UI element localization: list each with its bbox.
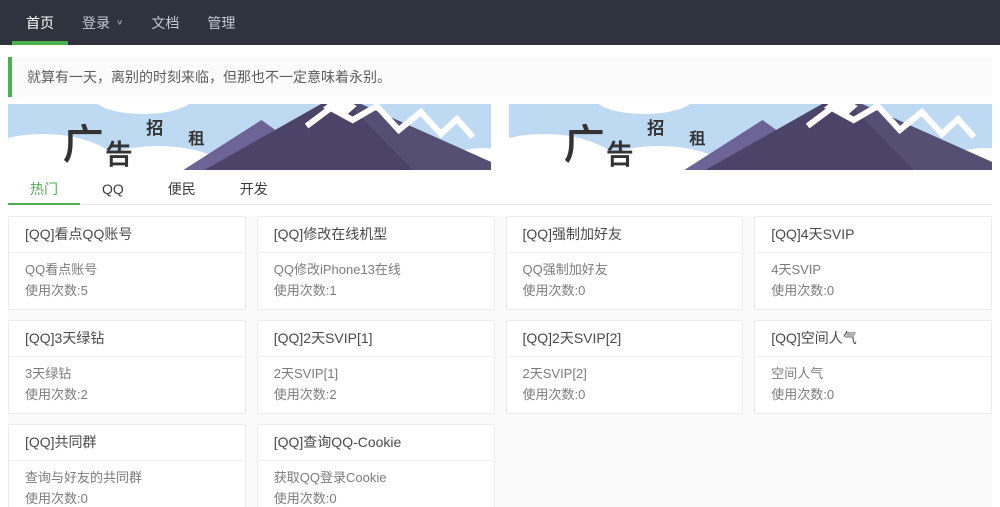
ad-banner-row: 广 告 招 租 广 告 招 租	[8, 104, 992, 170]
card-title: [QQ]4天SVIP	[755, 217, 991, 253]
card-usage-count: 使用次数:2	[25, 384, 229, 405]
card-usage-count: 使用次数:0	[523, 280, 727, 301]
card-usage-count: 使用次数:2	[274, 384, 478, 405]
category-tabs: 热门 QQ 便民 开发	[8, 174, 992, 205]
card-usage-count: 使用次数:0	[274, 488, 478, 507]
card-description: 2天SVIP[2]	[523, 363, 727, 384]
card-description: 2天SVIP[1]	[274, 363, 478, 384]
nav-item-docs[interactable]: 文档	[137, 0, 193, 45]
card-title: [QQ]共同群	[9, 425, 245, 461]
card-title: [QQ]2天SVIP[1]	[258, 321, 494, 357]
nav-item-admin[interactable]: 管理	[193, 0, 249, 45]
tab-dev[interactable]: 开发	[218, 174, 290, 204]
card-description: 空间人气	[771, 363, 975, 384]
top-navigation: 首页 登录 ∨ 文档 管理	[0, 0, 1000, 45]
tab-label: 便民	[168, 181, 196, 197]
tab-label: 开发	[240, 181, 268, 197]
nav-item-home[interactable]: 首页	[12, 0, 68, 45]
ad-banner-left[interactable]: 广 告 招 租	[8, 104, 491, 170]
banner-char: 招	[647, 118, 664, 139]
card-description: 3天绿钻	[25, 363, 229, 384]
tool-cards-panel: [QQ]看点QQ账号 QQ看点账号 使用次数:5 [QQ]修改在线机型 QQ修改…	[8, 216, 992, 507]
tab-label: QQ	[102, 181, 124, 197]
banner-char: 告	[105, 140, 132, 170]
tool-card[interactable]: [QQ]空间人气 空间人气 使用次数:0	[754, 320, 992, 414]
notice-bar: 就算有一天，离别的时刻来临，但那也不一定意味着永别。	[8, 57, 992, 97]
nav-item-label: 管理	[207, 13, 235, 33]
banner-char: 广	[63, 121, 103, 168]
card-description: 查询与好友的共同群	[25, 467, 229, 488]
card-usage-count: 使用次数:5	[25, 280, 229, 301]
card-description: QQ强制加好友	[523, 259, 727, 280]
ad-banner-illustration: 广 告 招 租	[8, 104, 491, 170]
card-title: [QQ]2天SVIP[2]	[507, 321, 743, 357]
banner-char: 招	[146, 118, 163, 139]
card-description: QQ修改iPhone13在线	[274, 259, 478, 280]
tool-card[interactable]: [QQ]看点QQ账号 QQ看点账号 使用次数:5	[8, 216, 246, 310]
tab-convenience[interactable]: 便民	[146, 174, 218, 204]
card-description: QQ看点账号	[25, 259, 229, 280]
banner-char: 租	[188, 129, 204, 148]
chevron-down-icon: ∨	[116, 18, 123, 26]
card-description: 获取QQ登录Cookie	[274, 467, 478, 488]
banner-char: 广	[564, 121, 604, 168]
card-title: [QQ]空间人气	[755, 321, 991, 357]
tab-label: 热门	[30, 181, 58, 197]
card-usage-count: 使用次数:0	[25, 488, 229, 507]
card-title: [QQ]3天绿钻	[9, 321, 245, 357]
card-usage-count: 使用次数:0	[523, 384, 727, 405]
tool-card[interactable]: [QQ]2天SVIP[1] 2天SVIP[1] 使用次数:2	[257, 320, 495, 414]
card-title: [QQ]看点QQ账号	[9, 217, 245, 253]
ad-banner-right[interactable]: 广 告 招 租	[509, 104, 992, 170]
nav-item-label: 文档	[151, 13, 179, 33]
card-description: 4天SVIP	[771, 259, 975, 280]
tool-card[interactable]: [QQ]强制加好友 QQ强制加好友 使用次数:0	[506, 216, 744, 310]
banner-char: 租	[689, 129, 705, 148]
tab-hot[interactable]: 热门	[8, 174, 80, 204]
card-title: [QQ]强制加好友	[507, 217, 743, 253]
tool-card[interactable]: [QQ]共同群 查询与好友的共同群 使用次数:0	[8, 424, 246, 507]
tool-card[interactable]: [QQ]4天SVIP 4天SVIP 使用次数:0	[754, 216, 992, 310]
tool-card[interactable]: [QQ]3天绿钻 3天绿钻 使用次数:2	[8, 320, 246, 414]
card-usage-count: 使用次数:1	[274, 280, 478, 301]
nav-item-label: 首页	[26, 13, 54, 33]
tool-cards-grid: [QQ]看点QQ账号 QQ看点账号 使用次数:5 [QQ]修改在线机型 QQ修改…	[8, 216, 992, 507]
nav-item-login[interactable]: 登录 ∨	[68, 0, 137, 45]
card-usage-count: 使用次数:0	[771, 384, 975, 405]
card-usage-count: 使用次数:0	[771, 280, 975, 301]
card-title: [QQ]修改在线机型	[258, 217, 494, 253]
tab-qq[interactable]: QQ	[80, 174, 146, 204]
card-title: [QQ]查询QQ-Cookie	[258, 425, 494, 461]
banner-char: 告	[606, 140, 633, 170]
tool-card[interactable]: [QQ]2天SVIP[2] 2天SVIP[2] 使用次数:0	[506, 320, 744, 414]
nav-item-label: 登录	[82, 13, 110, 33]
ad-banner-illustration: 广 告 招 租	[509, 104, 992, 170]
tool-card[interactable]: [QQ]修改在线机型 QQ修改iPhone13在线 使用次数:1	[257, 216, 495, 310]
notice-text: 就算有一天，离别的时刻来临，但那也不一定意味着永别。	[27, 69, 391, 85]
tool-card[interactable]: [QQ]查询QQ-Cookie 获取QQ登录Cookie 使用次数:0	[257, 424, 495, 507]
